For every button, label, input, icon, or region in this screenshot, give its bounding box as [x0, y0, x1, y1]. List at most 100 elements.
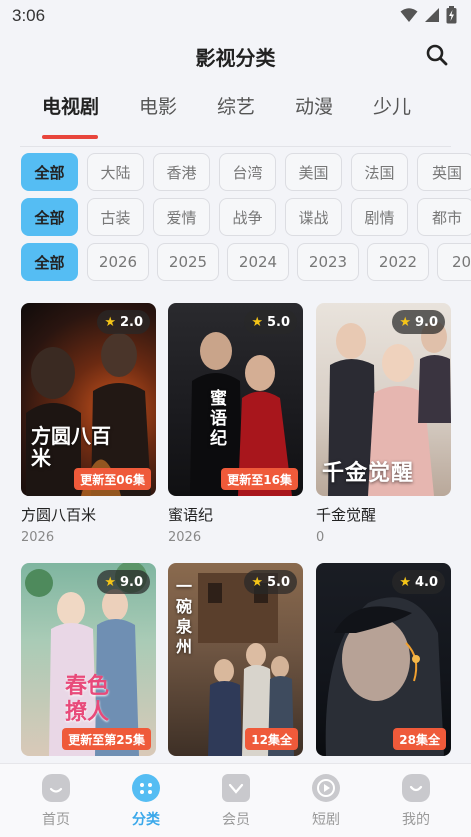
poster-title-art: 蜜语纪 [210, 389, 227, 449]
card-title: 蜜语纪 [168, 506, 214, 524]
card-title: 千金觉醒 [316, 506, 377, 524]
episode-badge: 更新至第25集 [62, 728, 151, 750]
filter-chip-region[interactable]: 英国 [417, 153, 471, 191]
episode-badge: 更新至16集 [221, 468, 298, 490]
rating-value: 5.0 [266, 314, 290, 330]
filter-chip-genre[interactable]: 爱情 [153, 198, 210, 236]
battery-icon [446, 6, 457, 24]
poster-image: 蜜语纪 ★ 5.0 更新至16集 [168, 303, 303, 496]
star-icon: ★ [104, 314, 116, 330]
signal-icon [425, 8, 439, 22]
card-title: 方圆八百米 [21, 506, 97, 524]
episode-badge: 12集全 [245, 728, 298, 750]
episode-badge: 更新至06集 [74, 468, 151, 490]
tab-movie[interactable]: 电影 [139, 92, 177, 119]
rating-badge: ★ 9.0 [392, 310, 445, 334]
home-icon [42, 774, 70, 802]
tab-anime[interactable]: 动漫 [295, 92, 333, 119]
poster-image: 方圆八百米 ★ 2.0 更新至06集 [21, 303, 156, 496]
star-icon: ★ [251, 574, 263, 590]
nav-vip[interactable]: 会员 [201, 774, 271, 829]
poster-image: ★ 4.0 28集全 [316, 563, 451, 756]
page-title: 影视分类 [195, 46, 276, 70]
category-icon [132, 774, 160, 802]
filter-chip-genre[interactable]: 战争 [219, 198, 276, 236]
play-icon [312, 774, 340, 802]
filter-chip-genre[interactable]: 剧情 [351, 198, 408, 236]
drama-card[interactable]: ★ 4.0 28集全 [316, 563, 451, 756]
filter-chip-genre-all[interactable]: 全部 [21, 198, 78, 236]
drama-card[interactable]: 蜜语纪 ★ 5.0 更新至16集 蜜语纪 2026 [168, 303, 303, 546]
filter-chip-region[interactable]: 美国 [285, 153, 342, 191]
filter-chip-region[interactable]: 法国 [351, 153, 408, 191]
poster-title-art: 千金觉醒 [322, 460, 415, 486]
nav-short-drama[interactable]: 短剧 [291, 774, 361, 829]
poster-title-art: 方圆八百米 [31, 424, 111, 470]
nav-label: 首页 [42, 812, 70, 828]
status-time: 3:06 [12, 6, 46, 25]
region-filter-row: 全部 大陆 香港 台湾 美国 法国 英国 [0, 153, 471, 193]
nav-label: 分类 [132, 812, 160, 828]
filter-chip-year[interactable]: 2022 [367, 243, 429, 281]
poster-image: 千金觉醒 ★ 9.0 [316, 303, 451, 496]
year-filter-row: 全部 2026 2025 2024 2023 2022 2021 [0, 243, 471, 283]
poster-title-art: 春色撩人 [65, 673, 110, 725]
drama-card[interactable]: 方圆八百米 ★ 2.0 更新至06集 方圆八百米 2026 [21, 303, 156, 546]
rating-badge: ★ 4.0 [392, 570, 445, 594]
filter-chip-year[interactable]: 2024 [227, 243, 289, 281]
nav-home[interactable]: 首页 [21, 774, 91, 829]
filter-chip-region[interactable]: 大陆 [87, 153, 144, 191]
nav-label: 我的 [402, 812, 430, 828]
poster-image: 春色撩人 ★ 9.0 更新至第25集 [21, 563, 156, 756]
tab-variety[interactable]: 综艺 [217, 92, 255, 119]
header: 影视分类 [0, 36, 471, 76]
rating-value: 2.0 [119, 314, 143, 330]
tab-kids[interactable]: 少儿 [373, 92, 411, 119]
nav-category[interactable]: 分类 [111, 774, 181, 829]
divider [20, 146, 451, 147]
rating-value: 5.0 [266, 574, 290, 590]
episode-badge: 28集全 [393, 728, 446, 750]
status-bar: 3:06 [0, 0, 471, 32]
search-button[interactable] [423, 41, 451, 69]
poster-image: 一碗泉州 ★ 5.0 12集全 [168, 563, 303, 756]
filter-chip-region-all[interactable]: 全部 [21, 153, 78, 191]
rating-value: 4.0 [414, 574, 438, 590]
filter-chip-year[interactable]: 2023 [297, 243, 359, 281]
wifi-icon [400, 8, 418, 22]
genre-filter-row: 全部 古装 爱情 战争 谍战 剧情 都市 [0, 198, 471, 238]
rating-badge: ★ 2.0 [97, 310, 150, 334]
star-icon: ★ [399, 574, 411, 590]
drama-card[interactable]: 千金觉醒 ★ 9.0 千金觉醒 0 [316, 303, 451, 546]
rating-badge: ★ 9.0 [97, 570, 150, 594]
filter-chip-year[interactable]: 2026 [87, 243, 149, 281]
poster-title-art: 一碗泉州 [176, 577, 193, 656]
nav-profile[interactable]: 我的 [381, 774, 451, 829]
nav-label: 短剧 [312, 812, 340, 828]
nav-label: 会员 [222, 812, 250, 828]
status-icons [400, 6, 457, 24]
star-icon: ★ [251, 314, 263, 330]
filter-chip-genre[interactable]: 古装 [87, 198, 144, 236]
active-tab-indicator [42, 135, 98, 139]
filter-chip-genre[interactable]: 都市 [417, 198, 471, 236]
filter-chip-year[interactable]: 2025 [157, 243, 219, 281]
tab-tv-series[interactable]: 电视剧 [42, 92, 99, 119]
card-year: 2026 [168, 530, 202, 545]
rating-value: 9.0 [119, 574, 143, 590]
rating-badge: ★ 5.0 [244, 310, 297, 334]
filter-chip-region[interactable]: 香港 [153, 153, 210, 191]
card-year: 2026 [21, 530, 55, 545]
rating-value: 9.0 [414, 314, 438, 330]
rating-badge: ★ 5.0 [244, 570, 297, 594]
filter-chip-region[interactable]: 台湾 [219, 153, 276, 191]
category-tabs: 电视剧 电影 综艺 动漫 少儿 [0, 92, 471, 142]
star-icon: ★ [399, 314, 411, 330]
search-icon [426, 44, 448, 66]
card-year: 0 [316, 530, 325, 545]
vip-icon [222, 774, 250, 802]
filter-chip-genre[interactable]: 谍战 [285, 198, 342, 236]
filter-chip-year-all[interactable]: 全部 [21, 243, 78, 281]
filter-chip-year[interactable]: 2021 [437, 243, 471, 281]
bottom-nav: 首页 分类 会员 短剧 我的 [0, 763, 471, 837]
